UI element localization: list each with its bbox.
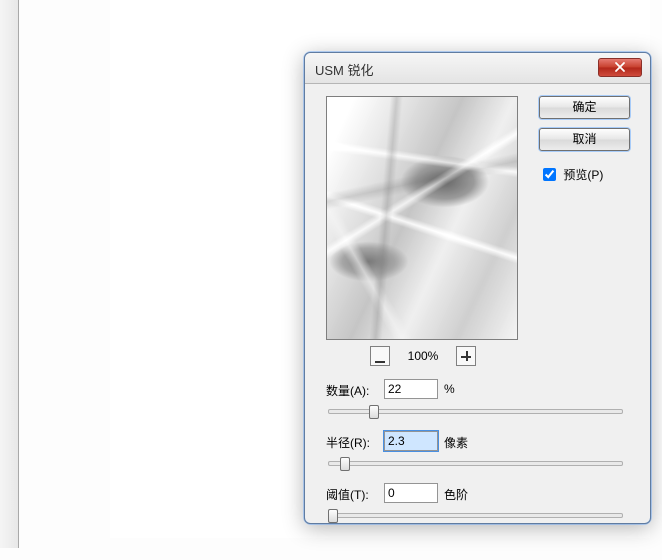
radius-slider[interactable] [328, 457, 623, 471]
amount-label: 数量(A): [326, 382, 369, 399]
threshold-slider-thumb[interactable] [328, 509, 338, 523]
cancel-button[interactable]: 取消 [539, 128, 630, 151]
preview-checkbox-label: 预览(P) [563, 168, 603, 182]
threshold-slider[interactable] [328, 509, 623, 523]
amount-field: 数量(A): % [326, 382, 629, 426]
radius-slider-thumb[interactable] [340, 457, 350, 471]
preview-image [327, 97, 517, 339]
threshold-field: 阈值(T): 色阶 [326, 486, 629, 530]
radius-field: 半径(R): 像素 [326, 434, 629, 478]
dialog-title: USM 锐化 [315, 60, 374, 79]
amount-input[interactable] [384, 379, 438, 399]
radius-label: 半径(R): [326, 434, 370, 451]
zoom-out-button[interactable] [370, 346, 390, 366]
ok-button[interactable]: 确定 [539, 96, 630, 119]
vertical-ruler [0, 0, 19, 548]
close-icon [614, 61, 626, 73]
amount-slider[interactable] [328, 405, 623, 419]
radius-unit: 像素 [444, 434, 468, 451]
radius-input[interactable] [384, 431, 438, 451]
preview-checkbox-row: 预览(P) [539, 165, 639, 184]
preview-checkbox[interactable] [543, 168, 556, 181]
zoom-level: 100% [393, 349, 453, 363]
close-button[interactable] [598, 58, 642, 77]
threshold-input[interactable] [384, 483, 438, 503]
usm-sharpen-dialog: USM 锐化 100% 确定 取消 预览(P) 数量(A): % [304, 52, 651, 524]
threshold-unit: 色阶 [444, 486, 468, 503]
preview-panel[interactable] [326, 96, 518, 340]
amount-slider-thumb[interactable] [369, 405, 379, 419]
threshold-label: 阈值(T): [326, 486, 369, 503]
amount-unit: % [444, 382, 455, 396]
zoom-in-button[interactable] [456, 346, 476, 366]
dialog-titlebar[interactable]: USM 锐化 [305, 53, 650, 84]
